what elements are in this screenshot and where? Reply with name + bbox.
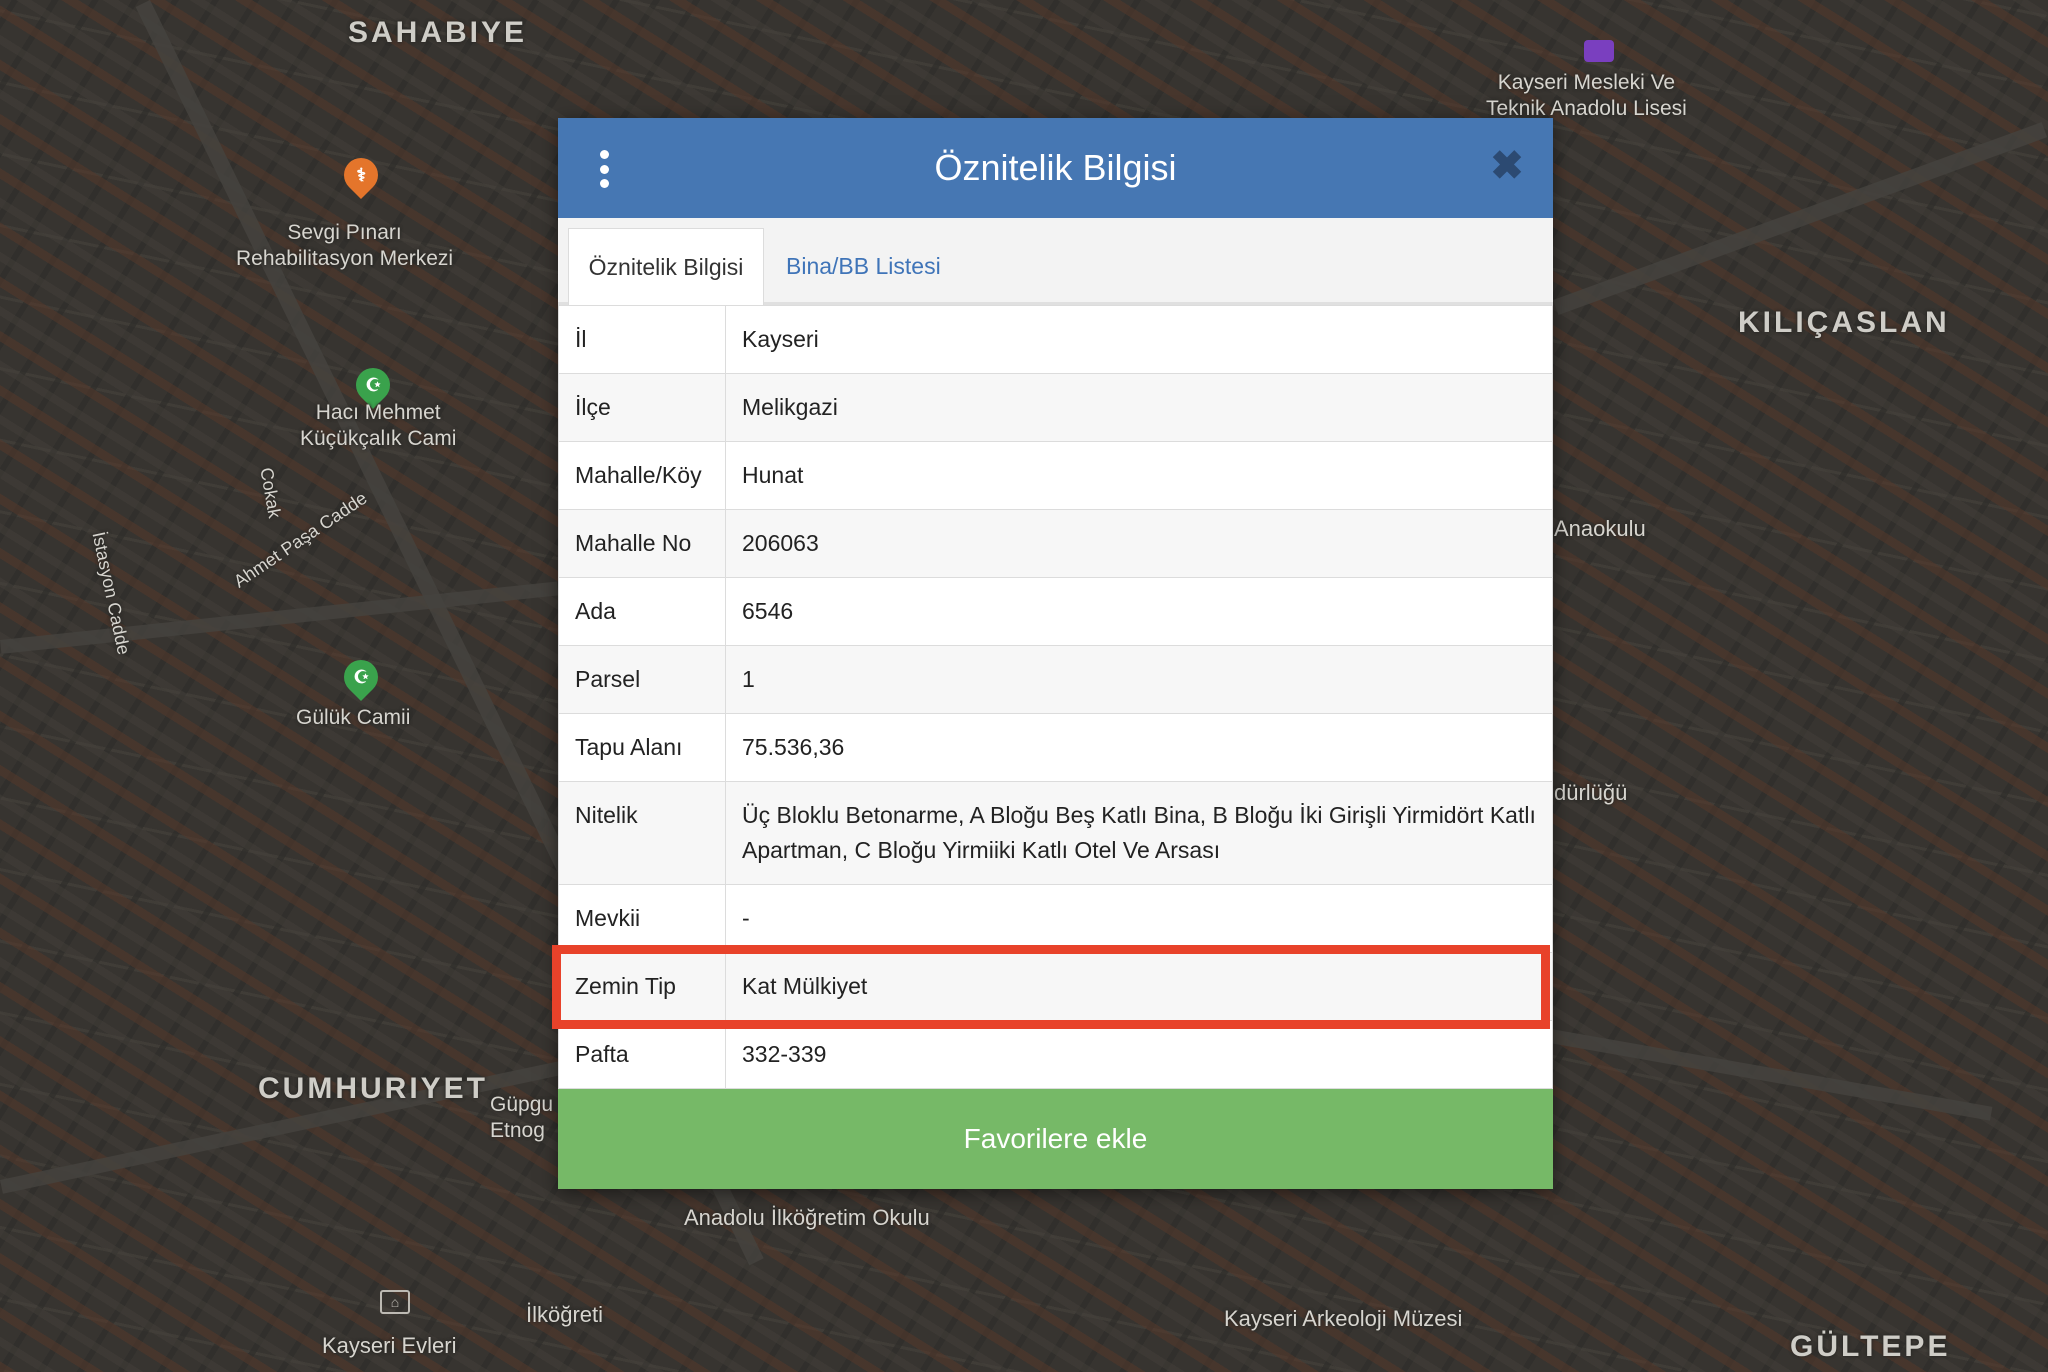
table-row: Mahalle No 206063 [558,509,1553,578]
map-label-gupgu: Güpgu Etnog [490,1093,554,1142]
map-label-cumhuriyet: CUMHURIYET [258,1072,488,1105]
dialog-title: Öznitelik Bilgisi [934,147,1177,188]
table-row: İl Kayseri [558,305,1553,374]
attribute-key-text: Pafta [575,1041,629,1067]
map-label-anadolu-ilkogretim: Anadolu İlköğretim Okulu [684,1205,930,1230]
attribute-key-text: Parsel [575,666,641,692]
attribute-key-text: Tapu Alanı [575,734,683,760]
map-label-haci-mehmet: Hacı Mehmet Küçükçalık Cami [300,401,457,450]
attribute-value: 75.536,36 [725,713,1553,782]
attribute-key: Mahalle/Köy [558,441,726,510]
map-label-anaokulu: Anaokulu [1554,516,1646,541]
attribute-value: 6546 [725,577,1553,646]
table-row: Zemin Tip Kat Mülkiyet [558,952,1553,1021]
attribute-value: 1 [725,645,1553,714]
map-label-ilkogreti: İlköğreti [526,1302,604,1327]
attribute-key: Ada [558,577,726,646]
attribute-key-text: Nitelik [575,802,638,828]
table-row: Ada 6546 [558,577,1553,646]
map-label-sevgi-pinari: Sevgi Pınarı Rehabilitasyon Merkezi [236,221,454,270]
map-label-kayseri-meslek: Kayseri Mesleki Ve Teknik Anadolu Lisesi [1486,71,1687,120]
attribute-key: Tapu Alanı [558,713,726,782]
attribute-table: İl Kayseri İlçe Melikgazi Mahalle/Köy Hunat Ma… [558,305,1553,1089]
map-label-gultepe: GÜLTEPE [1790,1330,1951,1363]
tab-bar: Öznitelik Bilgisi Bina/BB Listesi [558,218,1553,305]
more-vertical-icon[interactable] [598,150,610,188]
attribute-value-text: Melikgazi [742,394,838,420]
add-to-favorites-button[interactable]: Favorilere ekle [558,1089,1553,1189]
museum-icon[interactable]: ⌂ [380,1290,410,1314]
attribute-key-text: Zemin Tip [575,973,676,999]
close-icon[interactable]: ✖ [1489,146,1525,186]
attribute-key-text: Mahalle No [575,530,692,556]
attribute-key: İlçe [558,373,726,442]
attribute-value: Hunat [725,441,1553,510]
map-label-kayseri-arkeoloji: Kayseri Arkeoloji Müzesi [1224,1306,1463,1331]
attribute-key: Zemin Tip [558,952,726,1021]
dialog-header: Öznitelik Bilgisi ✖ [558,118,1553,218]
attribute-value-text: - [742,905,750,931]
attribute-value: Kayseri [725,305,1553,374]
attribute-value: Üç Bloklu Betonarme, A Bloğu Beş Katlı B… [725,781,1553,885]
map-label-durlugu: dürlüğü [1554,780,1628,805]
attribute-key: Mevkii [558,884,726,953]
table-row: Parsel 1 [558,645,1553,714]
school-pin-icon[interactable] [1584,40,1614,62]
table-row: Mahalle/Köy Hunat [558,441,1553,510]
table-row: Tapu Alanı 75.536,36 [558,713,1553,782]
map-label-sahabiye: SAHABIYE [348,16,528,49]
attribute-key: Parsel [558,645,726,714]
attribute-key-text: İlçe [575,394,611,420]
table-row: Pafta 332-339 [558,1020,1553,1089]
attribute-key: İl [558,305,726,374]
map-label-kilicaslan: KILIÇASLAN [1738,306,1950,339]
attribute-value-text: Hunat [742,462,804,488]
tab-bina-bb-listesi[interactable]: Bina/BB Listesi [786,228,941,305]
attribute-value-text: 1 [742,666,755,692]
table-row: Mevkii - [558,884,1553,953]
map-label-guluk-camii: Gülük Camii [296,706,411,729]
attribute-value: 206063 [725,509,1553,578]
attribute-value: Kat Mülkiyet [725,952,1553,1021]
attribute-value-text: 332-339 [742,1041,827,1067]
attribute-dialog: Öznitelik Bilgisi ✖ Öznitelik Bilgisi Bi… [552,118,1553,1189]
attribute-value-text: Kat Mülkiyet [742,973,868,999]
map-label-kayseri-evleri: Kayseri Evleri [322,1333,457,1358]
tab-oznitelik-bilgisi[interactable]: Öznitelik Bilgisi [568,228,764,305]
attribute-value-text: 206063 [742,530,819,556]
attribute-value-text: Kayseri [742,326,819,352]
attribute-key: Pafta [558,1020,726,1089]
attribute-value: - [725,884,1553,953]
attribute-key-text: Mevkii [575,905,641,931]
attribute-key-text: İl [575,326,587,352]
attribute-key: Mahalle No [558,509,726,578]
attribute-value: 332-339 [725,1020,1553,1089]
table-row: Nitelik Üç Bloklu Betonarme, A Bloğu Beş … [558,781,1553,885]
attribute-key: Nitelik [558,781,726,885]
attribute-key-text: Mahalle/Köy [575,462,702,488]
attribute-value: Melikgazi [725,373,1553,442]
attribute-value-text: Üç Bloklu Betonarme, A Bloğu Beş Katlı B… [742,802,1536,863]
table-row: İlçe Melikgazi [558,373,1553,442]
attribute-key-text: Ada [575,598,616,624]
attribute-value-text: 75.536,36 [742,734,845,760]
attribute-value-text: 6546 [742,598,794,624]
